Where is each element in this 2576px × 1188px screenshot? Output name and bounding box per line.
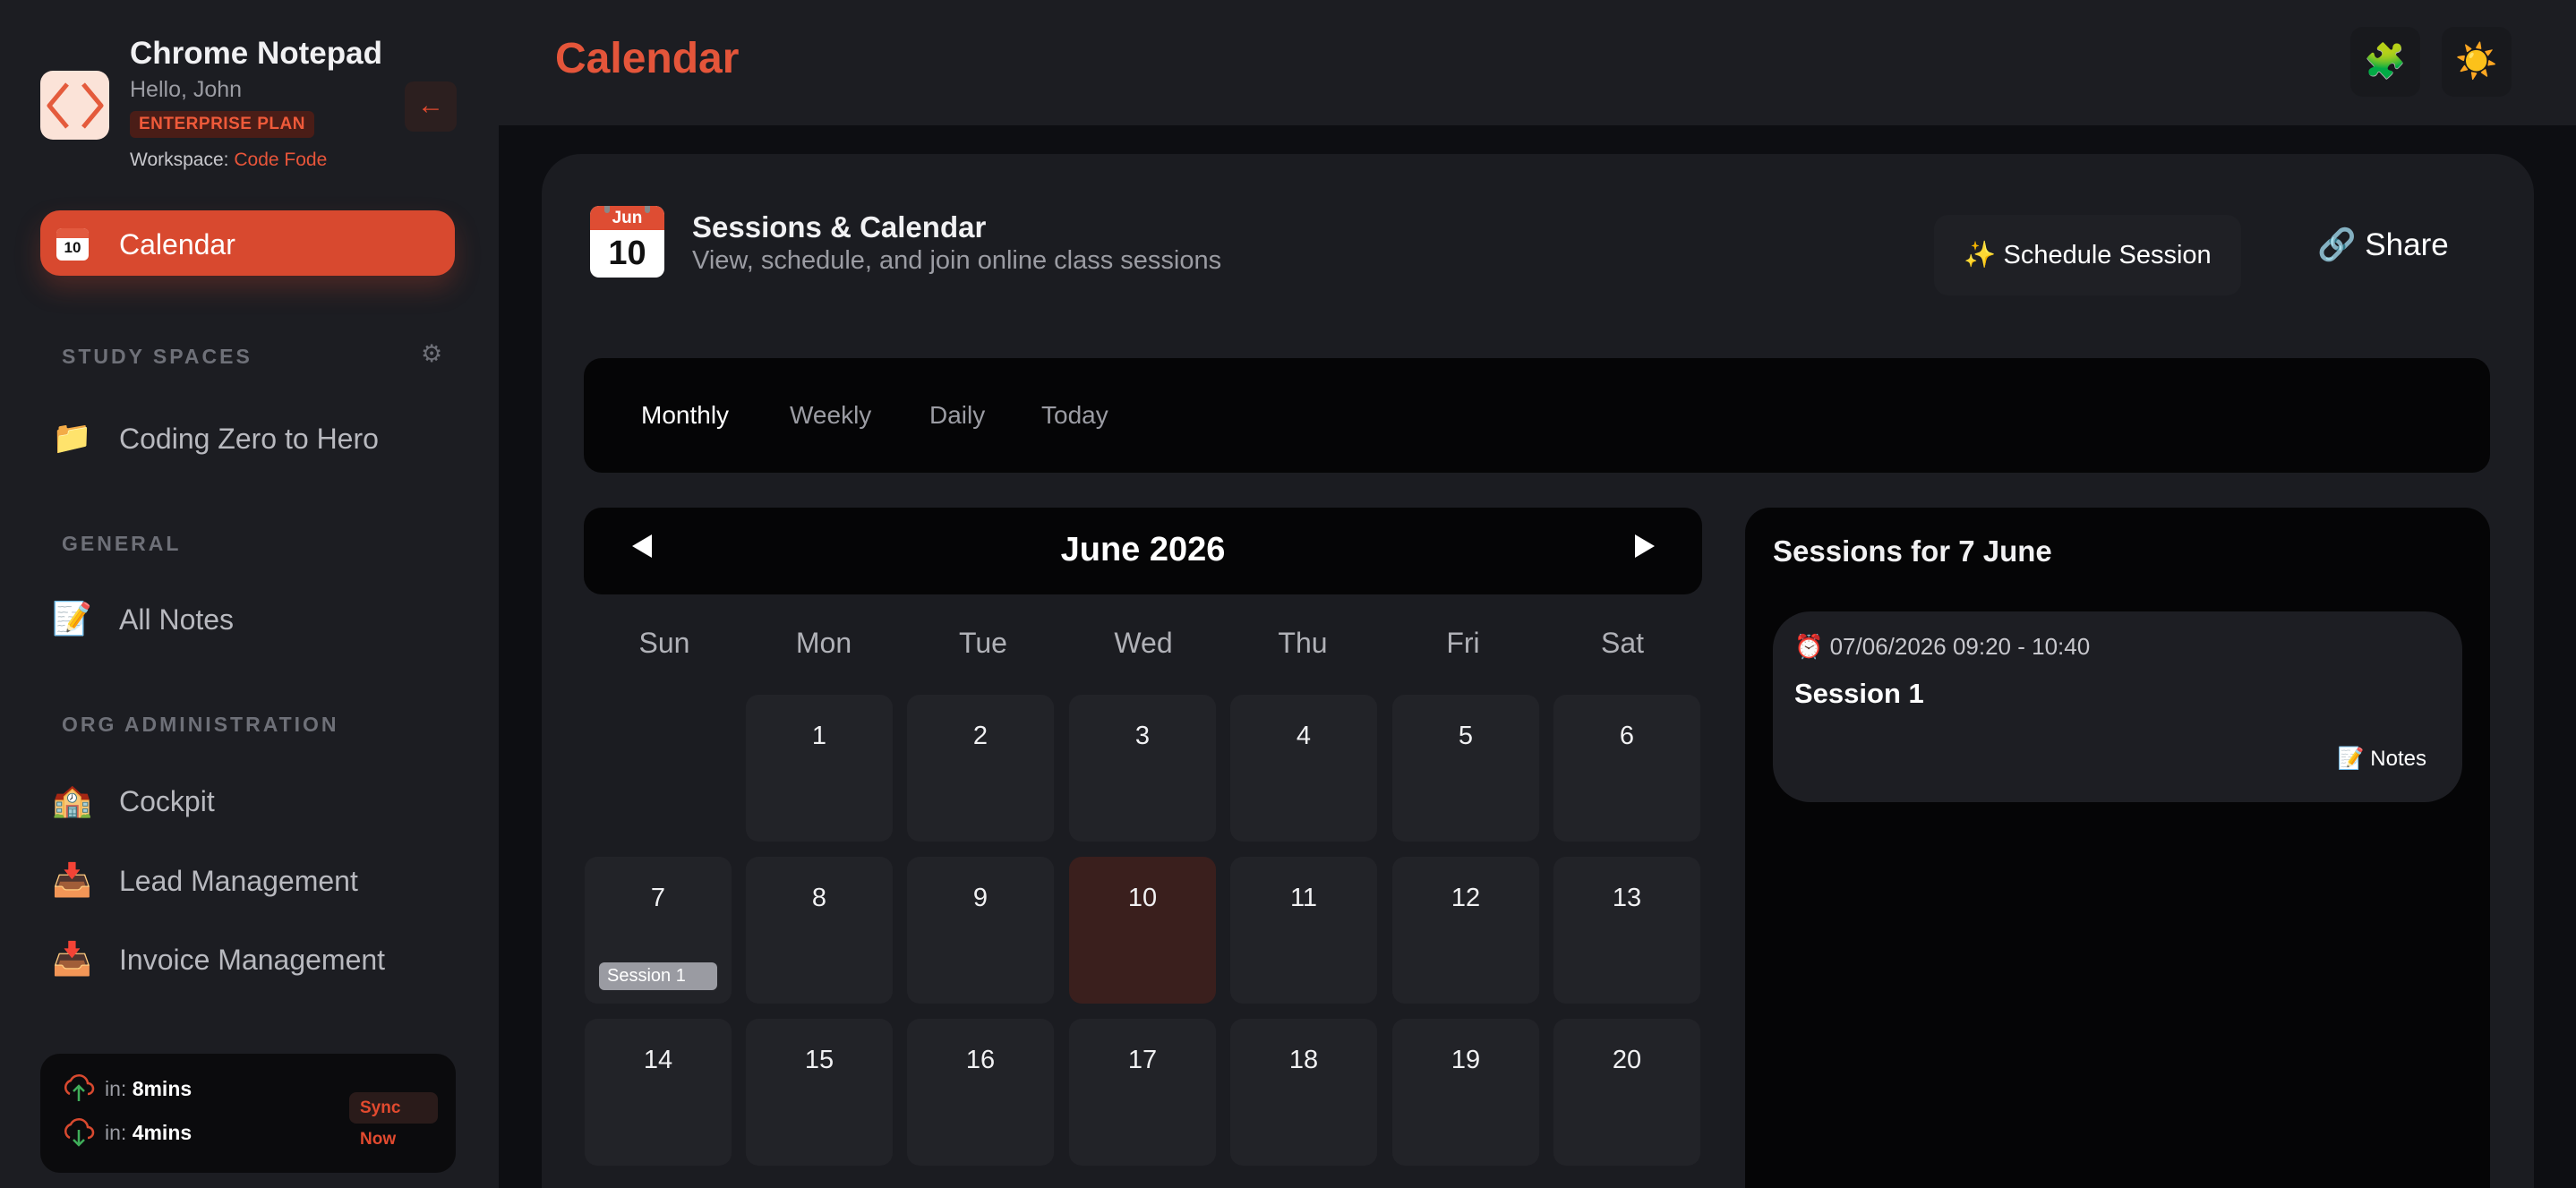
weekday-header: Tue bbox=[959, 627, 1007, 659]
tab-today[interactable]: Today bbox=[1041, 401, 1108, 430]
school-icon: 🏫 bbox=[52, 782, 92, 818]
sidebar-item-invoice-management[interactable]: 📥 Invoice Management bbox=[52, 936, 464, 981]
weekday-header: Thu bbox=[1278, 627, 1328, 659]
calendar-day[interactable]: 5 bbox=[1392, 695, 1539, 842]
calendar-icon: Jun 10 bbox=[590, 206, 664, 278]
event-chip[interactable]: Session 1 bbox=[599, 962, 717, 990]
sidebar-item-label: Calendar bbox=[119, 228, 235, 261]
sync-upload-text: in: 8mins bbox=[105, 1077, 193, 1100]
code-brackets-icon bbox=[47, 82, 104, 129]
calendar-day[interactable]: 7 Session 1 bbox=[585, 857, 732, 1004]
greeting: Hello, John bbox=[130, 77, 243, 102]
sync-status-panel: in: 8mins Sync Now in: 4mins bbox=[40, 1054, 456, 1173]
next-month-button[interactable] bbox=[1633, 533, 1656, 560]
calendar-day[interactable]: 15 bbox=[746, 1019, 893, 1166]
session-notes-button[interactable]: 📝 Notes bbox=[2338, 746, 2426, 772]
sidebar-item-all-notes[interactable]: 📝 All Notes bbox=[52, 596, 464, 641]
sync-download-row: in: 4mins bbox=[62, 1116, 438, 1149]
top-bar: Calendar 🧩 ☀️ bbox=[499, 0, 2576, 125]
calendar-day[interactable]: 20 bbox=[1553, 1019, 1700, 1166]
theme-toggle-button[interactable]: ☀️ bbox=[2442, 27, 2512, 97]
calendar-day[interactable]: 11 bbox=[1230, 857, 1377, 1004]
calendar-day[interactable]: 16 bbox=[907, 1019, 1054, 1166]
sidebar-item-calendar[interactable]: 10 Calendar bbox=[40, 210, 455, 276]
puzzle-icon: 🧩 bbox=[2364, 43, 2407, 81]
weekday-header: Sun bbox=[638, 627, 690, 659]
gear-icon[interactable]: ⚙ bbox=[421, 340, 442, 368]
calendar-day[interactable]: 6 bbox=[1553, 695, 1700, 842]
schedule-session-button[interactable]: ✨ Schedule Session bbox=[1934, 215, 2241, 295]
calendar-day[interactable]: 1 bbox=[746, 695, 893, 842]
section-heading-general: GENERAL bbox=[62, 532, 182, 555]
app-logo bbox=[40, 71, 109, 140]
cloud-download-icon bbox=[64, 1118, 95, 1147]
tab-weekly[interactable]: Weekly bbox=[790, 401, 871, 430]
share-button[interactable]: 🔗 Share bbox=[2317, 226, 2449, 263]
sidebar-item-label: Invoice Management bbox=[119, 944, 386, 976]
sessions-panel-title: Sessions for 7 June bbox=[1773, 534, 2052, 568]
sidebar-item-cockpit[interactable]: 🏫 Cockpit bbox=[52, 778, 464, 823]
workspace-info: Workspace: Code Fode bbox=[130, 150, 327, 171]
calendar-day[interactable]: 14 bbox=[585, 1019, 732, 1166]
inbox-tray-icon: 📥 bbox=[52, 861, 92, 898]
calendar-day[interactable]: 19 bbox=[1392, 1019, 1539, 1166]
sidebar-item-label: Coding Zero to Hero bbox=[119, 423, 379, 455]
sidebar-item-label: Lead Management bbox=[119, 865, 358, 897]
sessions-panel: Sessions for 7 June ⏰ 07/06/2026 09:20 -… bbox=[1745, 508, 2490, 1188]
sync-download-text: in: 4mins bbox=[105, 1121, 193, 1144]
tab-daily[interactable]: Daily bbox=[929, 401, 985, 430]
calendar-day[interactable]: 9 bbox=[907, 857, 1054, 1004]
sidebar-item-lead-management[interactable]: 📥 Lead Management bbox=[52, 858, 464, 902]
sidebar-item-label: Cockpit bbox=[119, 785, 215, 817]
inbox-tray-icon: 📥 bbox=[52, 940, 92, 977]
calendar-day[interactable]: 18 bbox=[1230, 1019, 1377, 1166]
section-title: Sessions & Calendar bbox=[692, 210, 987, 244]
plan-badge: ENTERPRISE PLAN bbox=[130, 111, 314, 138]
calendar-day[interactable]: 4 bbox=[1230, 695, 1377, 842]
calendar-day[interactable]: 12 bbox=[1392, 857, 1539, 1004]
session-card[interactable]: ⏰ 07/06/2026 09:20 - 10:40 Session 1 📝 N… bbox=[1773, 611, 2462, 802]
weekday-header: Wed bbox=[1114, 627, 1173, 659]
workspace-label: Workspace: bbox=[130, 150, 229, 170]
section-subtitle: View, schedule, and join online class se… bbox=[692, 246, 1222, 275]
weekday-header: Mon bbox=[795, 627, 852, 659]
folder-icon: 📁 bbox=[52, 419, 92, 456]
arrow-left-icon: ← bbox=[417, 90, 444, 120]
calendar-icon: 10 bbox=[56, 228, 89, 261]
calendar-day[interactable]: 17 bbox=[1069, 1019, 1216, 1166]
view-switcher: Monthly Weekly Daily Today bbox=[584, 358, 2490, 473]
sidebar-item-label: All Notes bbox=[119, 603, 235, 636]
weekday-header: Fri bbox=[1446, 627, 1480, 659]
sidebar: Chrome Notepad Hello, John ENTERPRISE PL… bbox=[0, 0, 499, 1188]
extensions-button[interactable]: 🧩 bbox=[2350, 27, 2420, 97]
memo-icon: 📝 bbox=[52, 600, 92, 637]
app-title: Chrome Notepad bbox=[130, 36, 382, 71]
workspace-name[interactable]: Code Fode bbox=[234, 150, 327, 170]
sun-icon: ☀️ bbox=[2455, 43, 2498, 81]
section-heading-org-administration: ORG ADMINISTRATION bbox=[62, 713, 339, 736]
calendar-day[interactable]: 3 bbox=[1069, 695, 1216, 842]
calendar-day[interactable]: 13 bbox=[1553, 857, 1700, 1004]
tab-monthly[interactable]: Monthly bbox=[641, 401, 729, 430]
session-name: Session 1 bbox=[1794, 678, 1924, 709]
sync-upload-row: in: 8mins Sync Now bbox=[62, 1073, 438, 1149]
weekday-header: Sat bbox=[1600, 627, 1645, 659]
section-heading-study-spaces: STUDY SPACES bbox=[62, 345, 252, 368]
month-navigator: June 2026 bbox=[584, 508, 1702, 594]
session-time: ⏰ 07/06/2026 09:20 - 10:40 bbox=[1794, 633, 2091, 660]
calendar-day-today[interactable]: 10 bbox=[1069, 857, 1216, 1004]
cloud-upload-icon bbox=[64, 1074, 95, 1101]
collapse-sidebar-button[interactable]: ← bbox=[405, 81, 457, 132]
sidebar-item-coding-zero-to-hero[interactable]: 📁 Coding Zero to Hero bbox=[52, 415, 464, 460]
calendar-day[interactable]: 8 bbox=[746, 857, 893, 1004]
page-title: Calendar bbox=[555, 35, 740, 82]
calendar-day[interactable]: 2 bbox=[907, 695, 1054, 842]
month-label: June 2026 bbox=[1060, 531, 1226, 568]
